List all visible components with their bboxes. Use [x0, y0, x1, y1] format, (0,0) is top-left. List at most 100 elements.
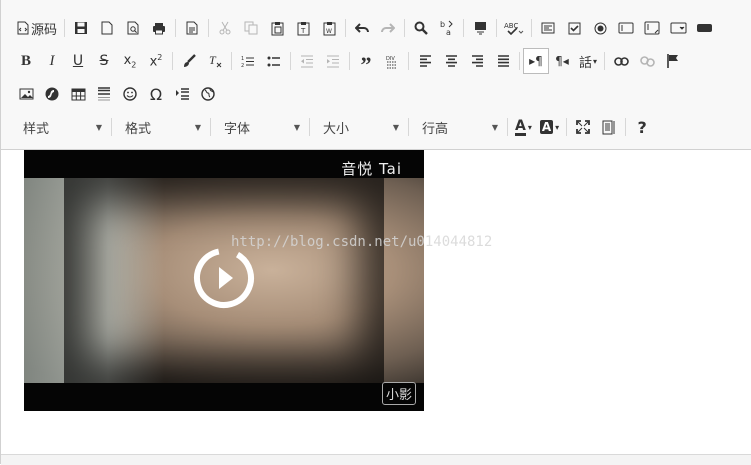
- separator: [496, 19, 498, 37]
- form-button[interactable]: [535, 15, 561, 41]
- iframe-button[interactable]: [195, 81, 221, 107]
- create-div-button[interactable]: DIV: [379, 48, 405, 74]
- image-button[interactable]: [13, 81, 39, 107]
- svg-text:W: W: [326, 28, 332, 35]
- paste-word-button[interactable]: W: [316, 15, 342, 41]
- new-page-button[interactable]: [94, 15, 120, 41]
- strike-button[interactable]: S: [91, 48, 117, 74]
- button-field-button[interactable]: [691, 15, 717, 41]
- show-blocks-icon: [602, 120, 615, 134]
- text-direction-rtl-button[interactable]: ¶◂: [549, 48, 575, 74]
- special-char-button[interactable]: Ω: [143, 81, 169, 107]
- table-button[interactable]: [65, 81, 91, 107]
- source-button[interactable]: 源码: [13, 15, 61, 41]
- smiley-button[interactable]: [117, 81, 143, 107]
- print-button[interactable]: [146, 15, 172, 41]
- preview-button[interactable]: [120, 15, 146, 41]
- background-color-button[interactable]: A ▾: [536, 114, 563, 140]
- indent-icon: [327, 55, 339, 67]
- spellcheck-button[interactable]: ABC: [500, 15, 528, 41]
- quote-icon: ”: [360, 52, 372, 77]
- show-blocks-button[interactable]: [596, 114, 622, 140]
- separator: [309, 118, 310, 136]
- templates-icon: [186, 21, 198, 35]
- align-center-icon: [445, 55, 457, 67]
- subscript-button[interactable]: x2: [117, 48, 143, 74]
- undo-button[interactable]: [349, 15, 375, 41]
- select-all-button[interactable]: [467, 15, 493, 41]
- about-button[interactable]: ?: [629, 114, 655, 140]
- copy-button[interactable]: [238, 15, 264, 41]
- format-dropdown[interactable]: 格式 ▼: [115, 115, 207, 139]
- editor-status-bar: [1, 454, 751, 465]
- underline-button[interactable]: U: [65, 48, 91, 74]
- blockquote-button[interactable]: ”: [353, 48, 379, 77]
- editor-content-area[interactable]: 音悦 Tai 小影 http://blog.csdn.net/u01404481…: [1, 150, 751, 454]
- text-color-icon: A: [515, 117, 526, 136]
- align-center-button[interactable]: [438, 48, 464, 74]
- text-direction-ltr-button[interactable]: ▸¶: [523, 48, 549, 74]
- unlink-button[interactable]: [634, 48, 660, 74]
- line-height-dropdown[interactable]: 行高 ▼: [412, 115, 504, 139]
- bulleted-list-button[interactable]: [261, 48, 287, 74]
- separator: [531, 19, 533, 37]
- search-icon: [414, 21, 428, 35]
- link-icon: [613, 56, 629, 66]
- replace-button[interactable]: ba: [434, 15, 460, 41]
- page-break-button[interactable]: [169, 81, 195, 107]
- align-right-button[interactable]: [464, 48, 490, 74]
- styles-dropdown[interactable]: 样式 ▼: [13, 115, 108, 139]
- italic-button[interactable]: I: [39, 48, 65, 74]
- find-button[interactable]: [408, 15, 434, 41]
- bold-button[interactable]: B: [13, 48, 39, 74]
- embedded-video[interactable]: 音悦 Tai 小影: [24, 150, 424, 411]
- separator: [172, 52, 173, 70]
- table-icon: [71, 88, 85, 100]
- superscript-button[interactable]: x2: [143, 48, 169, 74]
- paste-text-button[interactable]: T: [290, 15, 316, 41]
- horizontal-rule-button[interactable]: [91, 81, 117, 107]
- link-button[interactable]: [608, 48, 634, 74]
- flash-button[interactable]: [39, 81, 65, 107]
- video-logo: 小影: [381, 382, 416, 405]
- editor-toolbar: 源码 T W ba ABC B I U S x2 x2 T 1 2 ” DIV …: [1, 0, 751, 150]
- numbered-list-button[interactable]: 12: [235, 48, 261, 74]
- svg-text:T: T: [300, 27, 306, 35]
- redo-button[interactable]: [375, 15, 401, 41]
- language-button[interactable]: 話 ▾: [575, 48, 601, 74]
- chevron-down-icon: ▼: [194, 122, 201, 132]
- cut-button[interactable]: [212, 15, 238, 41]
- italic-icon: I: [49, 52, 55, 69]
- justify-button[interactable]: [490, 48, 516, 74]
- maximize-button[interactable]: [570, 114, 596, 140]
- image-icon: [19, 88, 33, 100]
- font-dropdown[interactable]: 字体 ▼: [214, 115, 306, 139]
- text-field-button[interactable]: [613, 15, 639, 41]
- indent-button[interactable]: [320, 48, 346, 74]
- size-dropdown[interactable]: 大小 ▼: [313, 115, 405, 139]
- checkbox-icon: [568, 22, 581, 34]
- separator: [566, 118, 568, 136]
- radio-icon: [594, 22, 607, 34]
- align-left-button[interactable]: [412, 48, 438, 74]
- paste-button[interactable]: [264, 15, 290, 41]
- separator: [231, 52, 232, 70]
- checkbox-button[interactable]: [561, 15, 587, 41]
- select-field-button[interactable]: [665, 15, 691, 41]
- textarea-button[interactable]: [639, 15, 665, 41]
- play-icon[interactable]: [192, 246, 256, 310]
- text-field-icon: [618, 22, 634, 34]
- toolbar-row-2: B I U S x2 x2 T 12 ” DIV ▸¶ ¶◂ 話 ▾: [13, 47, 686, 77]
- save-button[interactable]: [68, 15, 94, 41]
- outdent-button[interactable]: [294, 48, 320, 74]
- separator: [64, 19, 66, 37]
- text-color-button[interactable]: A ▾: [511, 114, 536, 140]
- radio-button[interactable]: [587, 15, 613, 41]
- remove-format-button[interactable]: T: [202, 48, 228, 74]
- svg-text:b: b: [440, 20, 445, 29]
- select-all-icon: [474, 22, 486, 35]
- templates-button[interactable]: [179, 15, 205, 41]
- anchor-button[interactable]: [660, 48, 686, 74]
- replace-icon: ba: [440, 20, 453, 36]
- copy-format-button[interactable]: [176, 48, 202, 74]
